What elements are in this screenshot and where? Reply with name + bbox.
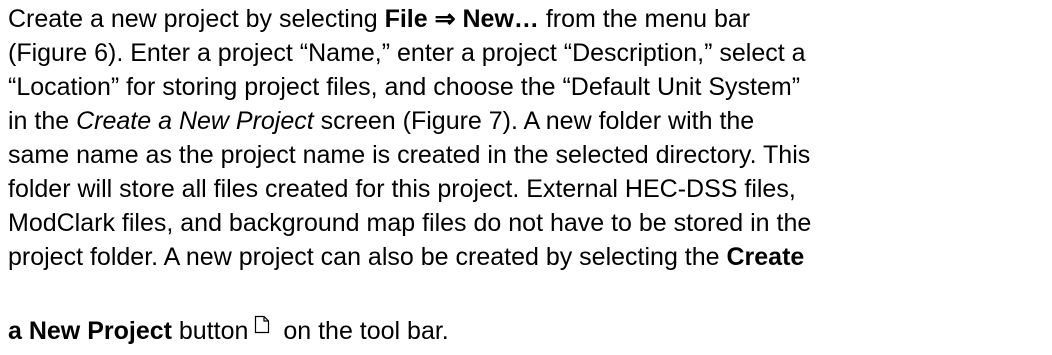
text-run: from the menu bar	[538, 5, 751, 33]
text-run: on the tool bar.	[276, 317, 449, 345]
text-line-9: a New Project button on the tool bar.	[8, 316, 449, 347]
document-paragraph: Create a new project by selecting File ⇒…	[0, 0, 1052, 355]
button-name-bold: a New Project	[8, 317, 172, 345]
text-line-7: ModClark files, and background map files…	[8, 209, 812, 237]
menu-path-bold: File ⇒ New…	[384, 5, 539, 33]
text-run: project folder. A new project can also b…	[8, 243, 727, 271]
new-document-icon	[254, 311, 270, 341]
text-line-5: same name as the project name is created…	[8, 141, 811, 169]
text-line-2: (Figure 6). Enter a project “Name,” ente…	[8, 39, 806, 67]
text-line-3: “Location” for storing project files, an…	[8, 73, 801, 101]
text-line-1: Create a new project by selecting File ⇒…	[8, 4, 750, 34]
button-name-bold: Create	[726, 243, 805, 271]
text-run: button	[171, 317, 249, 345]
text-run: Create a new project by selecting	[8, 5, 385, 33]
text-run: screen (Figure 7). A new folder with the	[313, 107, 755, 135]
text-line-8: project folder. A new project can also b…	[8, 242, 804, 272]
screen-name-italic: Create a New Project	[76, 107, 314, 135]
text-line-4: in the Create a New Project screen (Figu…	[8, 106, 754, 136]
text-run: in the	[8, 107, 77, 135]
text-line-6: folder will store all files created for …	[8, 175, 796, 203]
